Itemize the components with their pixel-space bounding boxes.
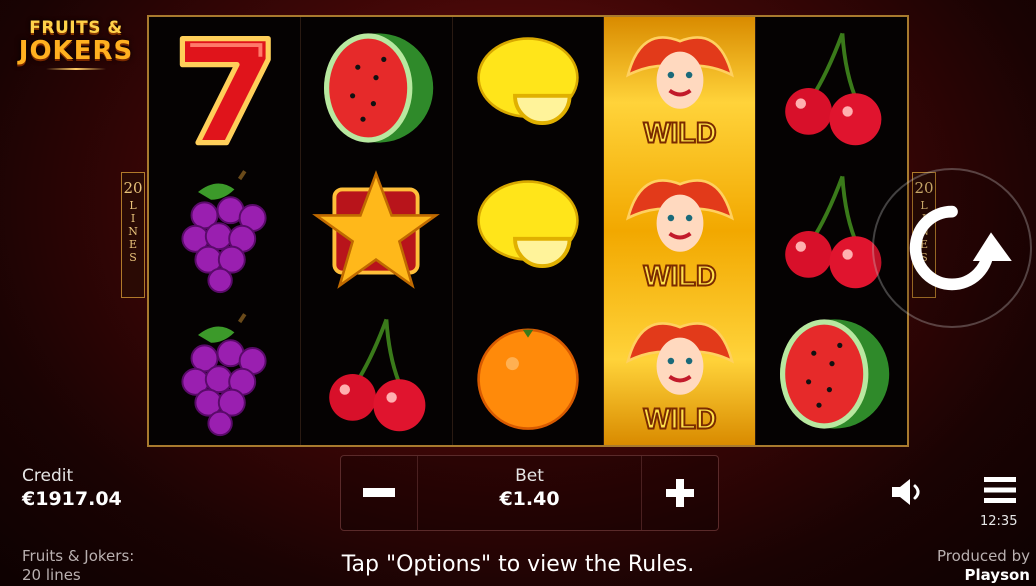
reel-4-wild: WILD WILD WILD: [604, 17, 757, 445]
producer-name: Playson: [964, 566, 1031, 584]
producer-label: Produced by: [937, 547, 1030, 565]
lemon-icon: [453, 17, 604, 160]
reels-grid: WILD WILD WILD: [147, 15, 909, 447]
credit-display: Credit €1917.04: [22, 466, 122, 510]
grapes-icon: [149, 160, 300, 303]
sound-toggle-button[interactable]: [890, 477, 924, 507]
bet-display: Bet €1.40: [417, 456, 642, 530]
joker-wild-icon: WILD: [604, 160, 755, 303]
watermelon-icon: [301, 17, 452, 160]
cherry-icon: [756, 17, 907, 160]
logo-divider: [46, 68, 106, 70]
credit-label: Credit: [22, 466, 74, 486]
refresh-icon: [909, 205, 1012, 291]
minus-icon: [363, 488, 395, 497]
speaker-icon: [892, 479, 920, 505]
bet-increase-button[interactable]: [642, 456, 718, 530]
bet-decrease-button[interactable]: [341, 456, 417, 530]
bet-control: Bet €1.40: [340, 455, 719, 531]
grapes-icon: [149, 302, 300, 445]
watermelon-icon: [756, 302, 907, 445]
paylines-indicator-left: 20 LINES: [121, 172, 145, 298]
menu-button[interactable]: [984, 475, 1016, 505]
orange-icon: [453, 302, 604, 445]
clock: 12:35: [980, 514, 1018, 529]
plus-icon: [666, 479, 694, 507]
svg-text:WILD: WILD: [643, 261, 716, 293]
bet-label: Bet: [515, 466, 544, 486]
reel-3: [453, 17, 605, 445]
paylines-count: 20: [123, 179, 143, 197]
logo-line2: JOKERS: [18, 36, 134, 66]
credit-value: €1917.04: [22, 488, 122, 510]
hamburger-menu-icon: [984, 477, 1016, 503]
paylines-label: LINES: [128, 199, 138, 264]
reel-1: [149, 17, 301, 445]
seven-icon: [149, 17, 300, 160]
cherry-icon: [301, 302, 452, 445]
bet-value: €1.40: [499, 488, 560, 510]
svg-text:WILD: WILD: [643, 403, 716, 435]
spin-button[interactable]: [872, 168, 1032, 328]
star-icon: [301, 160, 452, 303]
reel-2: [301, 17, 453, 445]
logo-line1: FRUITS &: [29, 18, 123, 38]
svg-text:WILD: WILD: [643, 118, 716, 150]
lemon-icon: [453, 160, 604, 303]
joker-wild-icon: WILD: [604, 17, 755, 160]
game-logo: FRUITS & JOKERS: [18, 18, 134, 88]
joker-wild-icon: WILD: [604, 302, 755, 445]
producer-info: Produced by Playson: [937, 547, 1030, 585]
rules-tip: Tap "Options" to view the Rules.: [341, 552, 695, 577]
